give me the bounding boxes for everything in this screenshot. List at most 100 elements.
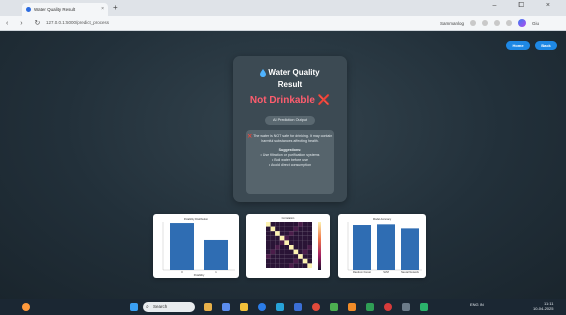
heatmap-cell [284, 258, 289, 264]
heatmap-cell [275, 226, 280, 232]
edge-icon[interactable] [258, 303, 266, 311]
heatmap-cell [270, 222, 276, 227]
heatmap-cell [270, 258, 276, 264]
heatmap-cell [284, 245, 289, 250]
heatmap-cell [284, 263, 289, 268]
url-input[interactable]: 127.0.0.1:5000/predict_process [40, 18, 425, 28]
page-content: Home Back Water Quality Result Not Drink… [0, 31, 566, 299]
warning-text: ❌ The water is NOT safe for drinking. It… [247, 134, 333, 143]
task-view-icon[interactable] [222, 303, 230, 311]
heatmap-cell [298, 231, 303, 236]
heatmap-cell [293, 231, 299, 236]
file-explorer-icon[interactable] [240, 303, 248, 311]
heatmap-cell [298, 222, 303, 227]
heatmap-cell [289, 263, 294, 268]
class-distribution-chart: Potability Distribution 0 1 Potability [153, 214, 239, 278]
heatmap-cell [270, 231, 276, 236]
system-tray[interactable]: ENG IN [470, 302, 484, 307]
vscode-icon[interactable] [294, 303, 302, 311]
heatmap-cell [293, 249, 299, 255]
chart-title: Model Accuracy [373, 217, 392, 221]
app-icon[interactable] [366, 303, 374, 311]
heatmap-cell [289, 235, 294, 241]
correlation-heatmap: Correlation [246, 214, 330, 278]
heatmap-cell [298, 226, 303, 232]
heatmap-cell [266, 245, 271, 250]
heatmap-cell [275, 263, 280, 268]
tick-label: 1 [215, 270, 217, 274]
tick-label: Random Forest [353, 270, 371, 274]
heatmap-cell [293, 235, 299, 241]
bar [170, 223, 194, 270]
heatmap-cell [279, 231, 285, 236]
heatmap-cell [279, 245, 285, 250]
app-icon[interactable] [348, 303, 356, 311]
bar [353, 225, 371, 270]
heatmap-cell [302, 235, 308, 241]
heatmap-cell [298, 245, 303, 250]
clock[interactable]: 11:11 10-04-2025 [533, 301, 553, 311]
heatmap-cell [279, 249, 285, 255]
result-title-line2: Result [277, 80, 303, 89]
heatmap-cell [270, 254, 276, 259]
heatmap-cell [270, 249, 276, 255]
profile-name[interactable]: Giu [532, 21, 539, 26]
home-button[interactable]: Home [506, 41, 530, 50]
heatmap-cell [266, 222, 271, 227]
heatmap-cell [275, 231, 280, 236]
app-icon[interactable] [420, 303, 428, 311]
heatmap-cell [275, 222, 280, 227]
result-title-line1: Water Quality [268, 68, 320, 77]
heatmap-cell [279, 240, 285, 245]
heatmap-cell [279, 235, 285, 241]
bar [204, 239, 228, 270]
browser-toolbar: Sammanlog Giu [440, 19, 539, 27]
app-icon[interactable] [384, 303, 392, 311]
heatmap-cell [279, 258, 285, 264]
close-tab-icon[interactable]: × [101, 6, 104, 12]
favorites-icon[interactable] [482, 20, 489, 26]
browser-tab[interactable]: Water Quality Result × [22, 3, 108, 16]
heatmap-cell [266, 258, 271, 264]
new-tab-button[interactable]: + [113, 3, 118, 12]
app-icon[interactable] [402, 303, 410, 311]
profile-sync-label[interactable]: Sammanlog [440, 21, 464, 26]
heatmap-cell [302, 263, 308, 268]
heatmap-cell [279, 254, 285, 259]
taskbar-search[interactable]: ⌕ Search [143, 302, 195, 312]
start-icon[interactable] [130, 303, 138, 311]
heatmap-cell [284, 249, 289, 255]
tick-label: 0 [181, 270, 183, 274]
heatmap-cell [266, 226, 271, 232]
app-icon[interactable] [330, 303, 338, 311]
verdict-label: Not Drinkable ❌ [249, 95, 331, 106]
window-controls[interactable]: – ⧠ × [493, 2, 560, 10]
heatmap-cell [298, 249, 303, 255]
copilot-icon[interactable] [518, 19, 527, 27]
heatmap-cell [289, 222, 294, 227]
heatmap-cell [289, 226, 294, 232]
heatmap-cell [289, 231, 294, 236]
heatmap-cell [284, 235, 289, 241]
heatmap-cell [298, 258, 303, 264]
search-placeholder: Search [153, 304, 168, 309]
heatmap-cell [302, 222, 308, 227]
widgets-icon[interactable] [204, 303, 212, 311]
back-button[interactable]: Back [535, 41, 557, 50]
heatmap-cell [275, 235, 280, 241]
chrome-icon[interactable] [312, 303, 320, 311]
heatmap-cell [307, 254, 312, 259]
store-icon[interactable] [276, 303, 284, 311]
heatmap-cell [289, 245, 294, 250]
tick-label: Neural Network [401, 270, 420, 274]
heatmap-cell [279, 222, 285, 227]
heatmap-cell [279, 226, 285, 232]
heatmap-cell [275, 240, 280, 245]
heatmap-cell [307, 249, 312, 255]
prediction-output-button[interactable]: AI Prediction Output [265, 116, 315, 125]
menu-icon[interactable] [506, 20, 513, 26]
heatmap-cell [307, 258, 312, 264]
collections-icon[interactable] [494, 20, 501, 26]
weather-icon[interactable] [22, 303, 30, 311]
extensions-icon[interactable] [470, 20, 477, 26]
